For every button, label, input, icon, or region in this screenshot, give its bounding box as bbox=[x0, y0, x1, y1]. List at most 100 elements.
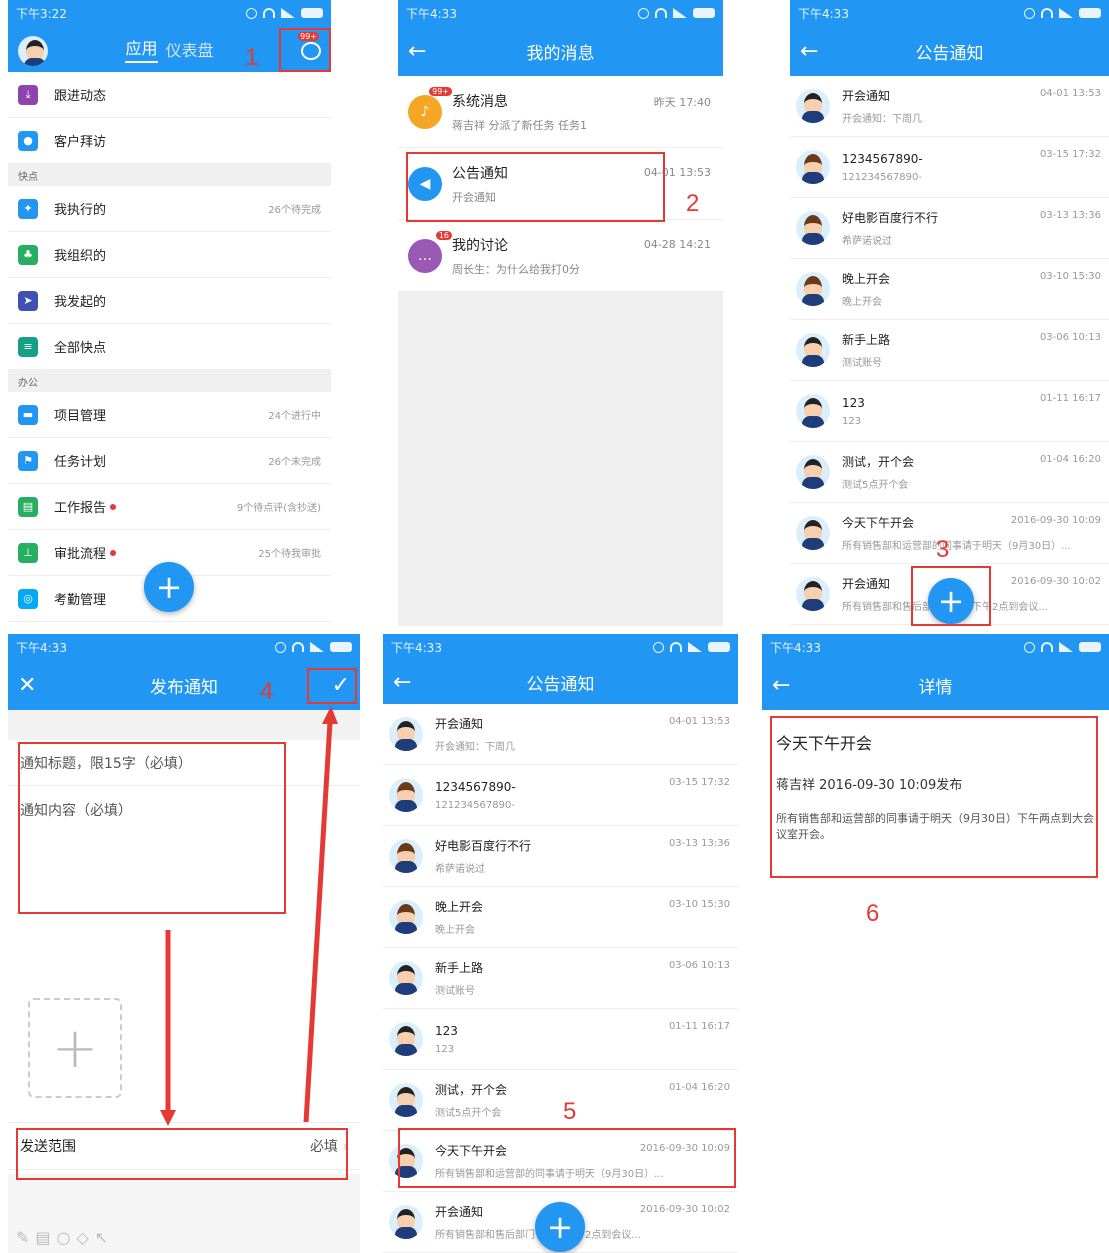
notice-time: 2016-09-30 10:09 bbox=[639, 1143, 730, 1154]
list-item[interactable]: ● 客户拜访 bbox=[8, 118, 331, 164]
status-bar: 下午3:22 bbox=[8, 0, 331, 26]
message-time: 昨天 17:40 bbox=[653, 96, 711, 109]
message-title: 系统消息 bbox=[452, 93, 508, 110]
list-item[interactable]: ♣ 我组织的 bbox=[8, 232, 331, 278]
item-label: 我组织的 bbox=[54, 249, 107, 264]
notice-item[interactable]: 开会通知 开会通知：下周几 04-01 13:53 bbox=[790, 76, 1109, 137]
step-number: 3 bbox=[936, 536, 950, 563]
notice-item[interactable]: 新手上路 测试账号 03-06 10:13 bbox=[790, 320, 1109, 381]
item-label: 我执行的 bbox=[54, 203, 107, 218]
message-item[interactable]: ◀ 公告通知 开会通知 04-01 13:53 bbox=[398, 148, 723, 220]
notice-time: 04-01 13:53 bbox=[668, 716, 730, 727]
send-scope-row[interactable]: 发送范围 必填 › bbox=[8, 1122, 360, 1170]
message-item[interactable]: … 16 我的讨论 周长生：为什么给我打0分 04-28 14:21 bbox=[398, 220, 723, 292]
title-placeholder: 通知标题，限15字（必填） bbox=[20, 755, 192, 772]
notice-item[interactable]: 测试，开个会 测试5点开个会 01-04 16:20 bbox=[790, 442, 1109, 503]
list-item[interactable]: ➤ 我发起的 bbox=[8, 278, 331, 324]
item-meta: 9个待点评(含抄送) bbox=[236, 503, 321, 514]
avatar bbox=[796, 211, 830, 245]
notice-time: 2016-09-30 10:02 bbox=[639, 1204, 730, 1215]
panel-my-messages: 下午4:33 ← 我的消息 ♪ 99+ 系统消息 蒋吉祥 分派了新任务 任务1 昨天… bbox=[398, 0, 723, 626]
back-arrow-icon[interactable]: ← bbox=[772, 660, 790, 710]
notice-preview: 开会通知：下周几 bbox=[842, 114, 922, 125]
page-title: 公告通知 bbox=[915, 43, 984, 64]
wifi-icon bbox=[655, 8, 667, 18]
bottom-area: ✎▤○◇↖ bbox=[8, 1174, 360, 1253]
notice-preview: 123 bbox=[435, 1043, 455, 1055]
notice-title: 今天下午开会 bbox=[776, 734, 873, 753]
signal-icon bbox=[673, 8, 687, 18]
app-header: 应用 仪表盘 99+ bbox=[8, 26, 331, 72]
add-fab-button[interactable]: + bbox=[144, 562, 194, 612]
status-time: 下午4:33 bbox=[798, 6, 849, 21]
chat-button[interactable]: 99+ bbox=[298, 26, 321, 76]
notice-item[interactable]: 开会通知 开会通知：下周几 04-01 13:53 bbox=[383, 704, 738, 765]
notice-item[interactable]: 今天下午开会 所有销售部和运营部的同事请于明天（9月30日）... 2016-09-… bbox=[383, 1131, 738, 1192]
status-bar: 下午4:33 bbox=[790, 0, 1109, 26]
battery-icon bbox=[1079, 8, 1101, 18]
pin-icon: ✦ bbox=[18, 198, 38, 219]
back-arrow-icon[interactable]: ← bbox=[408, 26, 426, 76]
avatar bbox=[389, 717, 423, 751]
confirm-check-icon[interactable]: ✓ bbox=[332, 660, 350, 710]
notice-item[interactable]: 测试，开个会 测试5点开个会 01-04 16:20 bbox=[383, 1070, 738, 1131]
list-item[interactable]: ⚑ 任务计划 26个未完成 bbox=[8, 438, 331, 484]
notice-time: 2016-09-30 10:02 bbox=[1010, 576, 1101, 587]
page-title: 公告通知 bbox=[526, 674, 595, 695]
wifi-icon bbox=[1041, 8, 1053, 18]
notice-item[interactable]: 1234567890- 121234567890- 03-15 17:32 bbox=[383, 765, 738, 826]
message-title: 公告通知 bbox=[452, 165, 508, 182]
content-field[interactable]: 通知内容（必填） bbox=[8, 786, 360, 916]
avatar bbox=[796, 516, 830, 550]
page-title: 详情 bbox=[918, 677, 953, 698]
content-placeholder: 通知内容（必填） bbox=[20, 803, 132, 819]
scope-label: 发送范围 bbox=[20, 1139, 76, 1155]
chat-badge: 99+ bbox=[298, 32, 319, 41]
item-label: 审批流程 bbox=[54, 547, 107, 562]
notice-item[interactable]: 晚上开会 晚上开会 03-10 15:30 bbox=[383, 887, 738, 948]
list-item[interactable]: ▤ 工作报告 9个待点评(含抄送) bbox=[8, 484, 331, 530]
notice-preview: 开会通知：下周几 bbox=[435, 742, 515, 753]
list-item[interactable]: ⤓ 跟进动态 bbox=[8, 72, 331, 118]
notice-item[interactable]: 好电影百度行不行 希萨诺说过 03-13 13:36 bbox=[790, 198, 1109, 259]
notice-time: 03-13 13:36 bbox=[668, 838, 730, 849]
panel-notices-after: 下午4:33 ← 公告通知 开会通知 开会通知：下周几 04-01 13:53 123… bbox=[383, 634, 738, 1253]
notice-item[interactable]: 今天下午开会 所有销售部和运营部的同事请于明天（9月30日）... 2016-09-… bbox=[790, 503, 1109, 564]
wifi-icon bbox=[292, 642, 304, 652]
location-pin-icon: ● bbox=[18, 130, 38, 151]
notice-item[interactable]: 晚上开会 晚上开会 03-10 15:30 bbox=[790, 259, 1109, 320]
step-number: 4 bbox=[260, 678, 274, 705]
battery-icon bbox=[330, 642, 352, 652]
avatar bbox=[796, 577, 830, 611]
back-arrow-icon[interactable]: ← bbox=[393, 660, 411, 704]
title-field[interactable]: 通知标题，限15字（必填） bbox=[8, 740, 360, 786]
message-item[interactable]: ♪ 99+ 系统消息 蒋吉祥 分派了新任务 任务1 昨天 17:40 bbox=[398, 76, 723, 148]
back-arrow-icon[interactable]: ← bbox=[800, 26, 818, 76]
flag-icon: ⚑ bbox=[18, 450, 38, 471]
notice-item[interactable]: 好电影百度行不行 希萨诺说过 03-13 13:36 bbox=[383, 826, 738, 887]
avatar bbox=[389, 1022, 423, 1056]
tab-dashboard[interactable]: 仪表盘 bbox=[166, 37, 214, 61]
add-image-button[interactable]: + bbox=[28, 998, 122, 1098]
item-label: 客户拜访 bbox=[54, 135, 107, 150]
add-fab-button[interactable]: + bbox=[928, 578, 974, 624]
notice-item[interactable]: 123 123 01-11 16:17 bbox=[790, 381, 1109, 442]
item-label: 我发起的 bbox=[54, 295, 107, 310]
close-icon[interactable]: ✕ bbox=[18, 660, 36, 710]
list-item[interactable]: ≡ 全部快点 bbox=[8, 324, 331, 370]
notice-item[interactable]: 新手上路 测试账号 03-06 10:13 bbox=[383, 948, 738, 1009]
notice-item[interactable]: 123 123 01-11 16:17 bbox=[383, 1009, 738, 1070]
notice-preview: 121234567890- bbox=[435, 799, 515, 811]
tab-apps[interactable]: 应用 bbox=[125, 35, 158, 63]
follow-up-icon: ⤓ bbox=[18, 84, 38, 105]
battery-icon bbox=[1079, 642, 1101, 652]
avatar bbox=[796, 455, 830, 489]
unread-badge: 16 bbox=[435, 230, 452, 240]
user-avatar[interactable] bbox=[18, 26, 48, 76]
list-item[interactable]: ▬ 项目管理 24个进行中 bbox=[8, 392, 331, 438]
add-fab-button[interactable]: + bbox=[535, 1202, 585, 1252]
list-item[interactable]: ✦ 我执行的 26个待完成 bbox=[8, 186, 331, 232]
notice-item[interactable]: 1234567890- 121234567890- 03-15 17:32 bbox=[790, 137, 1109, 198]
org-chart-icon: ♣ bbox=[18, 244, 38, 265]
notice-preview: 123 bbox=[842, 415, 862, 427]
